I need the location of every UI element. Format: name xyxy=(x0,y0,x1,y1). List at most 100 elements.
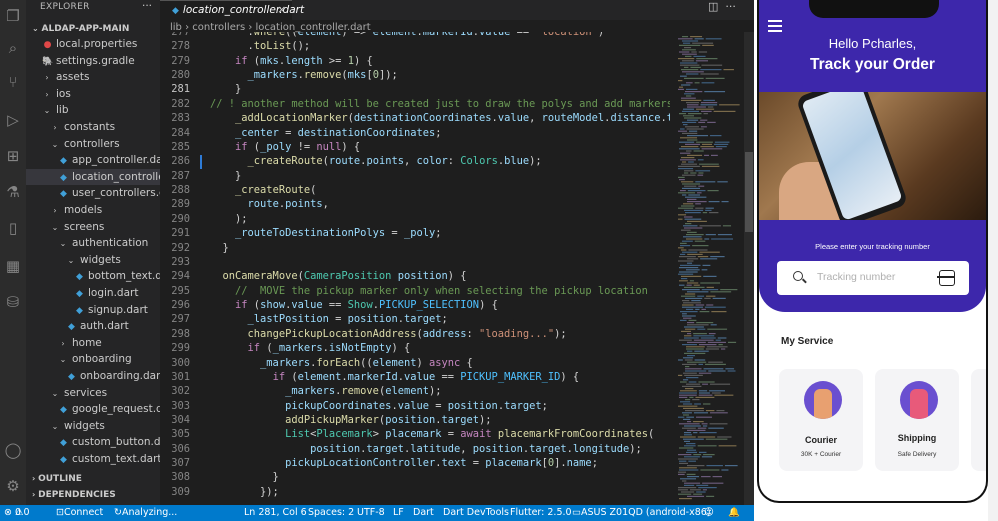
tree-item[interactable]: ◆ google_request.dart xyxy=(26,401,160,417)
code-line[interactable]: .toList(); xyxy=(210,40,311,52)
code-line[interactable]: List<Placemark> placemark = await placem… xyxy=(210,428,654,440)
indentation[interactable]: Spaces: 2 xyxy=(308,505,354,521)
tree-item[interactable]: ● local.properties xyxy=(26,36,160,52)
docker-icon[interactable]: ▦ xyxy=(3,256,23,276)
code-line[interactable]: if (show.value == Show.PICKUP_SELECTION)… xyxy=(210,299,498,311)
code-line[interactable]: position.target.latitude, position.targe… xyxy=(210,443,642,455)
search-icon[interactable]: ⌕ xyxy=(3,38,23,58)
remote-icon[interactable]: ▯ xyxy=(3,218,23,238)
tree-item[interactable]: › constants xyxy=(26,119,160,135)
code-line[interactable]: route.points, xyxy=(210,198,329,210)
code-line[interactable]: _center = destinationCoordinates; xyxy=(210,127,441,139)
source-control-icon[interactable]: ⑂ xyxy=(3,72,23,92)
code-line[interactable]: if (_poly != null) { xyxy=(210,141,360,153)
code-line[interactable]: } xyxy=(210,83,241,95)
code-line[interactable]: _markers.remove(mks[0]); xyxy=(210,69,398,81)
close-icon[interactable]: × xyxy=(277,1,286,19)
dart-devtools[interactable]: Dart DevTools xyxy=(443,505,509,521)
code-editor[interactable]: 277 .where((element) => element.markerId… xyxy=(160,32,670,505)
scrollbar-thumb[interactable] xyxy=(745,152,753,232)
run-debug-icon[interactable]: ▷ xyxy=(3,110,23,130)
more-icon[interactable]: ··· xyxy=(725,0,736,13)
connect-button[interactable]: ⊡ Connect xyxy=(56,505,103,521)
database-icon[interactable]: ⛁ xyxy=(3,292,23,312)
code-line[interactable]: .where((element) => element.markerId.val… xyxy=(210,32,605,38)
hamburger-menu-icon[interactable] xyxy=(768,20,782,35)
code-line[interactable]: _routeToDestinationPolys = _poly; xyxy=(210,227,441,239)
tree-item[interactable]: ◆ app_controller.dart xyxy=(26,152,160,168)
tree-item[interactable]: ⌄ lib xyxy=(26,102,160,118)
tree-item[interactable]: ⌄ authentication xyxy=(26,235,160,251)
problems-indicator[interactable]: ⊗ 0 ⚠ 0 xyxy=(4,505,30,521)
code-line[interactable]: changePickupLocationAddress(address: "lo… xyxy=(210,328,567,340)
code-line[interactable]: } xyxy=(210,242,229,254)
tree-item[interactable]: ⌄ controllers xyxy=(26,136,160,152)
minimap[interactable] xyxy=(674,32,744,505)
code-line[interactable]: _createRoute(route.points, color: Colors… xyxy=(210,155,542,167)
code-line[interactable]: addPickupMarker(position.target); xyxy=(210,414,491,426)
tree-item[interactable]: ◆ auth.dart xyxy=(26,318,160,334)
tree-item[interactable]: › models xyxy=(26,202,160,218)
code-line[interactable]: ); xyxy=(210,213,248,225)
tree-item[interactable]: ◆ login.dart xyxy=(26,285,160,301)
feedback-icon[interactable]: ☺ xyxy=(704,505,714,521)
editor-scrollbar[interactable] xyxy=(744,32,754,505)
tab-location-controller[interactable]: ◆ location_controller.dart × xyxy=(160,0,304,21)
tree-item[interactable]: ⌄ services xyxy=(26,385,160,401)
project-header[interactable]: ⌄ ALDAP-APP-MAIN xyxy=(32,24,129,34)
tree-item[interactable]: ◆ custom_text.dart xyxy=(26,451,160,467)
tree-item[interactable]: ⌄ screens xyxy=(26,219,160,235)
code-line[interactable]: if (mks.length >= 1) { xyxy=(210,55,373,67)
tree-item[interactable]: ◆ onboarding.dart xyxy=(26,368,160,384)
code-line[interactable]: _lastPosition = position.target; xyxy=(210,313,448,325)
code-line[interactable]: _addLocationMarker(destinationCoordinate… xyxy=(210,112,670,124)
tree-item[interactable]: ⌄ widgets xyxy=(26,418,160,434)
notifications-icon[interactable]: 🔔 xyxy=(728,505,740,521)
account-icon[interactable]: ◯ xyxy=(3,440,23,460)
extensions-icon[interactable]: ⊞ xyxy=(3,146,23,166)
cursor-position[interactable]: Ln 281, Col 6 xyxy=(244,505,307,521)
dependencies-section[interactable]: › DEPENDENCIES xyxy=(32,490,116,500)
outline-section[interactable]: › OUTLINE xyxy=(32,474,82,484)
tracking-number-input[interactable]: Tracking number xyxy=(817,271,895,283)
tree-item[interactable]: ◆ signup.dart xyxy=(26,302,160,318)
tracking-search-box[interactable]: Tracking number xyxy=(777,261,969,295)
tree-item[interactable]: ◆ custom_button.dart xyxy=(26,434,160,450)
encoding[interactable]: UTF-8 xyxy=(357,505,385,521)
service-card-partial[interactable] xyxy=(971,369,986,471)
tree-item[interactable]: › assets xyxy=(26,69,160,85)
settings-gear-icon[interactable]: ⚙ xyxy=(3,476,23,496)
device-selector[interactable]: ▭ ASUS Z01QD (android-x86) xyxy=(572,505,711,521)
tree-item[interactable]: ⌄ widgets xyxy=(26,252,160,268)
flutter-version[interactable]: Flutter: 2.5.0 xyxy=(510,505,572,521)
code-line[interactable]: // ! another method will be created just… xyxy=(210,98,670,110)
scan-barcode-icon[interactable] xyxy=(937,270,955,286)
code-line[interactable]: _markers.forEach((element) async { xyxy=(210,357,473,369)
service-card-shipping[interactable]: Shipping Safe Delivery xyxy=(875,369,959,471)
code-line[interactable]: } xyxy=(210,471,279,483)
code-line[interactable]: _createRoute( xyxy=(210,184,316,196)
split-editor-icon[interactable]: ◫ xyxy=(708,0,718,13)
explorer-icon[interactable]: ❐ xyxy=(3,6,23,26)
code-line[interactable]: if (element.markerId.value == PICKUP_MAR… xyxy=(210,371,580,383)
code-line[interactable]: // MOVE the pickup marker only when sele… xyxy=(210,285,648,297)
more-actions-icon[interactable]: ··· xyxy=(142,0,152,12)
tree-item[interactable]: 🐘 settings.gradle xyxy=(26,53,160,69)
code-line[interactable]: pickupCoordinates.value = position.targe… xyxy=(210,400,548,412)
tree-item[interactable]: › ios xyxy=(26,86,160,102)
code-line[interactable]: if (_markers.isNotEmpty) { xyxy=(210,342,411,354)
tree-item[interactable]: ⌄ onboarding xyxy=(26,351,160,367)
service-card-courier[interactable]: Courier 30K + Courier xyxy=(779,369,863,471)
tree-item[interactable]: ◆ bottom_text.dart xyxy=(26,268,160,284)
tree-item[interactable]: ◆ user_controllers.dart xyxy=(26,185,160,201)
tree-item[interactable]: › home xyxy=(26,335,160,351)
code-line[interactable]: } xyxy=(210,170,241,182)
testing-icon[interactable]: ⚗ xyxy=(3,182,23,202)
tree-item[interactable]: ◆ location_controller... xyxy=(26,168,160,185)
language-mode[interactable]: Dart xyxy=(413,505,434,521)
code-line[interactable]: }); xyxy=(210,486,279,498)
code-line[interactable]: pickupLocationController.text = placemar… xyxy=(210,457,598,469)
line-ending[interactable]: LF xyxy=(393,505,404,521)
code-line[interactable]: _markers.remove(element); xyxy=(210,385,441,397)
code-line[interactable]: onCameraMove(CameraPosition position) { xyxy=(210,270,467,282)
